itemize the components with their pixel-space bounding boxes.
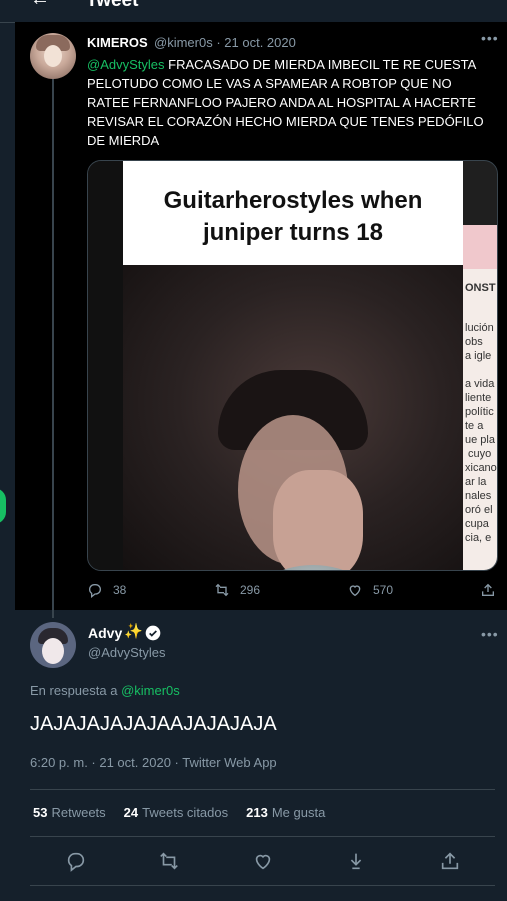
sparkle-emoji: ✨ [124,623,143,640]
likes-label: Me gusta [271,805,326,820]
reply-button[interactable] [65,850,87,872]
retweets-value: 53 [33,805,48,820]
parent-author-handle[interactable]: @kimer0s · 21 oct. 2020 [154,35,296,50]
heart-icon [349,585,361,597]
more-options-icon[interactable]: ••• [481,30,499,46]
parent-tweet-actions: 38 296 570 [87,582,497,602]
tweet-date[interactable]: 21 oct. 2020 [224,35,296,50]
divider [30,885,495,886]
side-indicator [0,488,6,524]
likes-value: 213 [246,805,268,820]
header-bar: ← Tweet [0,0,507,23]
retweet-icon [215,583,229,597]
media-doc-title: ONST [465,282,496,294]
tweet-media[interactable]: Guitarherostyles when juniper turns 18 O… [87,160,498,571]
share-icon [482,583,494,596]
arrow-left-icon[interactable]: ← [30,0,50,11]
parent-tweet-text: @AdvyStyles FRACASADO DE MIERDA IMBECIL … [87,55,492,150]
divider [30,789,495,790]
bookmark-button[interactable] [345,850,367,872]
retweets-label: Retweets [51,805,106,820]
more-options-icon[interactable]: ••• [481,626,499,642]
reply-count: 38 [113,583,127,597]
main-tweet-text: JAJAJAJAJAJAAJAJAJAJA [30,713,277,735]
media-caption-line1: Guitarherostyles when [163,187,423,214]
mention-link[interactable]: @AdvyStyles [87,57,165,72]
reply-icon [67,852,85,872]
parent-author-name[interactable]: KIMEROS [87,35,148,50]
heart-icon [255,854,271,870]
main-author-name[interactable]: Advy [88,625,122,641]
quotes-stat[interactable]: 24 Tweets citados [124,805,228,820]
reply-button[interactable]: 38 [87,582,126,598]
handle-text[interactable]: @kimer0s [154,35,213,50]
divider [30,836,495,837]
verified-badge-icon [145,625,161,641]
separator: · [216,35,221,50]
retweets-stat[interactable]: 53 Retweets [33,805,106,820]
tweet-stats: 53 Retweets 24 Tweets citados 213 Me gusta [33,805,325,820]
replying-to: En respuesta a @kimer0s [30,683,180,698]
share-button[interactable] [439,850,461,872]
thread-line [52,78,54,618]
like-button[interactable] [252,850,274,872]
share-icon [441,852,459,870]
replying-prefix: En respuesta a [30,683,118,698]
like-button[interactable]: 570 [347,582,393,598]
media-document: ONST lución obs a igle a vida liente pol… [463,225,497,570]
media-caption-line2: juniper turns 18 [202,219,384,246]
share-button[interactable] [480,582,496,598]
media-photo [123,265,463,570]
quotes-label: Tweets citados [142,805,229,820]
avatar[interactable] [30,33,76,79]
media-caption: Guitarherostyles when juniper turns 18 [123,161,463,265]
likes-stat[interactable]: 213 Me gusta [246,805,325,820]
quotes-value: 24 [123,805,139,820]
media-doc-lines: lución obs a igle a vida liente polític … [465,322,497,544]
download-arrow-icon [350,853,362,870]
avatar[interactable] [30,622,76,668]
retweet-button[interactable] [158,850,180,872]
reply-icon [89,584,101,598]
main-author-handle[interactable]: @AdvyStyles [88,645,166,660]
main-tweet-actions [30,850,495,874]
page-title: Tweet [86,0,139,11]
replying-to-link[interactable]: @kimer0s [121,683,180,698]
retweet-count: 296 [240,583,261,597]
like-count: 570 [373,583,394,597]
tweet-timestamp[interactable]: 6:20 p. m. · 21 oct. 2020 · Twitter Web … [30,755,277,770]
retweet-icon [160,852,178,870]
retweet-button[interactable]: 296 [214,582,260,598]
